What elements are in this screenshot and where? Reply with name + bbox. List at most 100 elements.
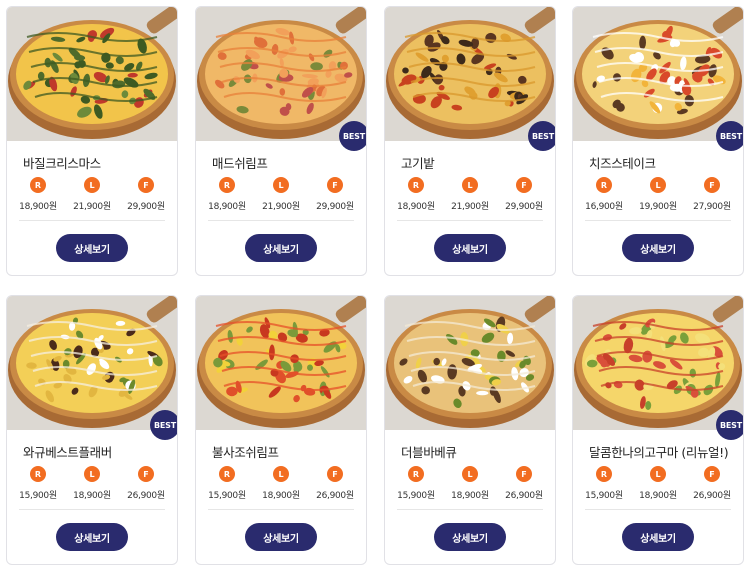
product-name[interactable]: 더블바베큐: [401, 442, 457, 461]
price-r: 15,900원: [585, 491, 623, 501]
size-l-badge: L: [84, 466, 100, 482]
pizza-image: [573, 7, 743, 141]
size-row: R L F: [196, 466, 366, 482]
price-f: 26,900원: [316, 491, 354, 501]
product-name[interactable]: 와규베스트플래버: [23, 442, 112, 461]
size-f-badge: F: [516, 466, 532, 482]
size-l-badge: L: [462, 177, 478, 193]
size-l-badge: L: [650, 177, 666, 193]
pizza-photo[interactable]: [7, 7, 177, 141]
size-l-badge: L: [462, 466, 478, 482]
size-l-badge: L: [650, 466, 666, 482]
price-r: 15,900원: [397, 491, 435, 501]
price-row: 15,900원 18,900원 26,900원: [7, 488, 177, 502]
detail-button[interactable]: 상세보기: [622, 234, 694, 262]
pizza-image: [385, 296, 555, 430]
size-row: R L F: [196, 177, 366, 193]
size-f-badge: F: [704, 466, 720, 482]
size-f-badge: F: [516, 177, 532, 193]
product-card[interactable]: 바질크리스마스 R L F 18,900원 21,900원 29,900원 상세…: [6, 6, 178, 276]
pizza-image: [7, 7, 177, 141]
pizza-image: [196, 296, 366, 430]
size-r-badge: R: [30, 177, 46, 193]
pizza-photo[interactable]: [196, 7, 366, 141]
size-row: R L F: [573, 466, 743, 482]
price-f: 29,900원: [316, 202, 354, 212]
best-badge: BEST: [339, 121, 366, 151]
detail-button[interactable]: 상세보기: [434, 523, 506, 551]
price-f: 26,900원: [505, 491, 543, 501]
pizza-photo[interactable]: [573, 296, 743, 430]
size-r-badge: R: [219, 466, 235, 482]
price-l: 21,900원: [73, 202, 111, 212]
product-name[interactable]: 고기밭: [401, 153, 435, 172]
best-badge: BEST: [716, 410, 743, 440]
price-f: 27,900원: [693, 202, 731, 212]
size-row: R L F: [573, 177, 743, 193]
size-f-badge: F: [327, 177, 343, 193]
product-card[interactable]: BEST 와규베스트플래버 R L F 15,900원 18,900원 26,9…: [6, 295, 178, 565]
product-card[interactable]: BEST 치즈스테이크 R L F 16,900원 19,900원 27,900…: [572, 6, 744, 276]
price-l: 18,900원: [639, 491, 677, 501]
product-grid: 바질크리스마스 R L F 18,900원 21,900원 29,900원 상세…: [0, 0, 750, 570]
divider: [585, 220, 731, 221]
pizza-image: [385, 7, 555, 141]
product-card[interactable]: BEST 달콤한나의고구마 (리뉴얼!) R L F 15,900원 18,90…: [572, 295, 744, 565]
size-f-badge: F: [138, 466, 154, 482]
pizza-photo[interactable]: [7, 296, 177, 430]
product-name[interactable]: 바질크리스마스: [23, 153, 101, 172]
price-row: 15,900원 18,900원 26,900원: [196, 488, 366, 502]
price-row: 15,900원 18,900원 26,900원: [573, 488, 743, 502]
price-row: 18,900원 21,900원 29,900원: [196, 199, 366, 213]
pizza-image: [7, 296, 177, 430]
pizza-image: [573, 296, 743, 430]
size-row: R L F: [7, 466, 177, 482]
product-name[interactable]: 달콤한나의고구마 (리뉴얼!): [589, 442, 729, 461]
pizza-photo[interactable]: [196, 296, 366, 430]
size-r-badge: R: [596, 177, 612, 193]
size-row: R L F: [7, 177, 177, 193]
price-l: 21,900원: [262, 202, 300, 212]
pizza-photo[interactable]: [573, 7, 743, 141]
divider: [19, 220, 165, 221]
price-l: 19,900원: [639, 202, 677, 212]
product-name[interactable]: 매드쉬림프: [212, 153, 268, 172]
pizza-photo[interactable]: [385, 7, 555, 141]
divider: [585, 509, 731, 510]
price-r: 18,900원: [19, 202, 57, 212]
detail-button[interactable]: 상세보기: [56, 234, 128, 262]
divider: [208, 220, 354, 221]
product-name[interactable]: 치즈스테이크: [589, 153, 656, 172]
product-card[interactable]: 불사조쉬림프 R L F 15,900원 18,900원 26,900원 상세보…: [195, 295, 367, 565]
product-card[interactable]: 더블바베큐 R L F 15,900원 18,900원 26,900원 상세보기: [384, 295, 556, 565]
size-f-badge: F: [138, 177, 154, 193]
product-name[interactable]: 불사조쉬림프: [212, 442, 279, 461]
detail-button[interactable]: 상세보기: [434, 234, 506, 262]
pizza-image: [196, 7, 366, 141]
detail-button[interactable]: 상세보기: [622, 523, 694, 551]
product-card[interactable]: BEST 매드쉬림프 R L F 18,900원 21,900원 29,900원…: [195, 6, 367, 276]
detail-button[interactable]: 상세보기: [245, 234, 317, 262]
size-r-badge: R: [219, 177, 235, 193]
detail-button[interactable]: 상세보기: [56, 523, 128, 551]
price-r: 16,900원: [585, 202, 623, 212]
detail-button[interactable]: 상세보기: [245, 523, 317, 551]
price-l: 18,900원: [262, 491, 300, 501]
divider: [397, 509, 543, 510]
product-card[interactable]: BEST 고기밭 R L F 18,900원 21,900원 29,900원 상…: [384, 6, 556, 276]
size-r-badge: R: [408, 466, 424, 482]
best-badge: BEST: [716, 121, 743, 151]
size-l-badge: L: [273, 466, 289, 482]
price-r: 18,900원: [208, 202, 246, 212]
price-l: 18,900원: [73, 491, 111, 501]
price-l: 18,900원: [451, 491, 489, 501]
price-f: 29,900원: [505, 202, 543, 212]
size-l-badge: L: [273, 177, 289, 193]
price-row: 16,900원 19,900원 27,900원: [573, 199, 743, 213]
size-row: R L F: [385, 466, 555, 482]
size-r-badge: R: [408, 177, 424, 193]
divider: [19, 509, 165, 510]
size-row: R L F: [385, 177, 555, 193]
pizza-photo[interactable]: [385, 296, 555, 430]
size-f-badge: F: [704, 177, 720, 193]
